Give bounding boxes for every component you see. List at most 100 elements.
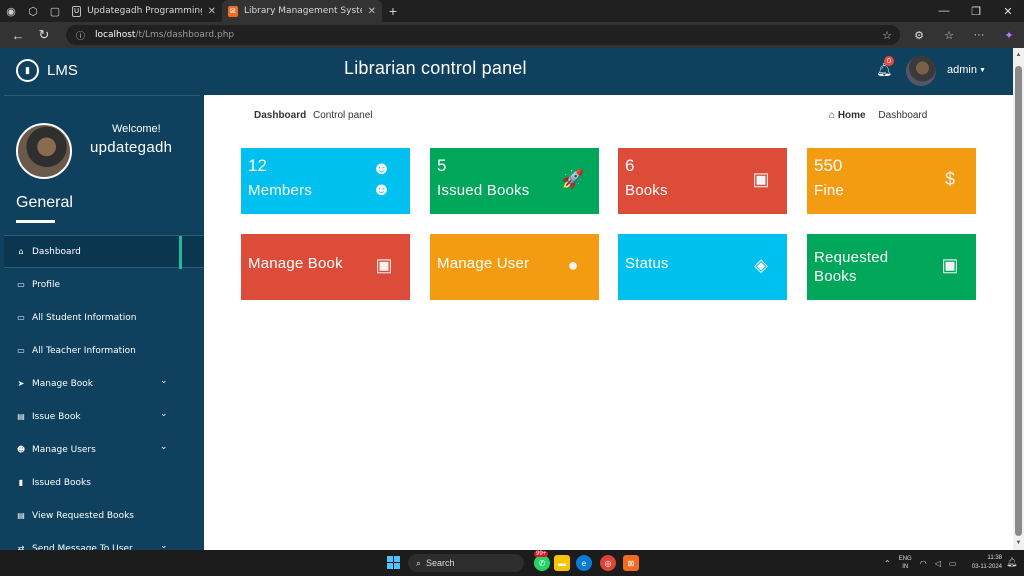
new-tab-button[interactable]: + <box>382 0 404 22</box>
sidebar-item-manage-users[interactable]: ☻ Manage Users ⌄ <box>4 433 204 466</box>
browser-tab-lms[interactable]: ⊠ Library Management System ✕ <box>222 0 382 22</box>
extensions-icon[interactable]: ⚙ <box>904 22 934 48</box>
sidebar-item-issued-books[interactable]: ▮ Issued Books <box>4 466 204 499</box>
sidebar-item-manage-book[interactable]: ➤ Manage Book ⌄ <box>4 367 204 400</box>
book-icon: ▣ <box>375 254 393 275</box>
brand[interactable]: ▮ LMS <box>16 59 78 82</box>
notifications-bell-icon[interactable]: 🔔︎ 0 <box>876 56 894 78</box>
scroll-up-icon[interactable]: ▲ <box>1014 52 1023 58</box>
notification-icon[interactable]: 🔔︎ <box>1006 557 1017 568</box>
breadcrumb-home-link[interactable]: ⌂ Home <box>829 110 866 121</box>
sidebar-item-all-teacher-information[interactable]: ▭ All Teacher Information <box>4 334 204 367</box>
user-avatar[interactable] <box>906 56 936 86</box>
wifi-icon[interactable]: ◠ <box>920 559 927 568</box>
restore-icon[interactable]: ❐ <box>960 0 992 22</box>
stat-card-books[interactable]: 6 Books ▣ <box>618 148 787 214</box>
action-label: Manage Book <box>248 255 343 272</box>
screen: ◉ ⬡ ▢ U Updategadh Programming - Upd ✕ ⊠… <box>0 0 1024 576</box>
list-icon: ▤ <box>17 511 25 520</box>
file-explorer-icon[interactable]: ▬ <box>554 555 570 571</box>
window-controls: — ❐ ✕ <box>928 0 1024 22</box>
whatsapp-icon[interactable]: ✆ <box>534 555 550 571</box>
sidebar-item-dashboard[interactable]: ⌂ Dashboard <box>4 235 204 269</box>
stat-card-fine[interactable]: 550 Fine $ <box>807 148 976 214</box>
book-icon: ▣ <box>752 168 770 189</box>
xampp-icon[interactable]: ⊠ <box>623 555 639 571</box>
action-card-manage-user[interactable]: Manage User ● <box>430 234 599 300</box>
profile-avatar-icon[interactable]: ◉ <box>0 0 22 22</box>
stat-label: Fine <box>814 182 844 199</box>
windows-taskbar: ⌕ Search ✆ 99+ ▬ e ◎ ⊠ ⌃ ENG IN ◠ ◁ ▭ 11:… <box>0 550 1024 576</box>
reload-icon[interactable]: ↻ <box>31 22 57 48</box>
page-scrollbar[interactable]: ▲ ▼ <box>1013 48 1024 550</box>
sidebar-item-label: View Requested Books <box>32 510 134 521</box>
chevron-up-icon[interactable]: ⌃ <box>884 559 891 568</box>
lang-code: ENG <box>898 556 912 562</box>
close-tab-icon[interactable]: ✕ <box>368 6 376 17</box>
content-subtitle: Control panel <box>313 110 373 121</box>
back-arrow-icon[interactable]: ← <box>5 22 31 48</box>
favorites-icon[interactable]: ☆ <box>934 22 964 48</box>
layers-icon: ◈ <box>754 254 768 275</box>
sidebar-divider <box>4 95 200 96</box>
action-card-manage-book[interactable]: Manage Book ▣ <box>241 234 410 300</box>
sidebar-item-view-requested-books[interactable]: ▤ View Requested Books <box>4 499 204 532</box>
list-icon: ▤ <box>17 412 25 421</box>
url-path: /t/Lms/dashboard.php <box>135 30 235 40</box>
action-card-requested-books[interactable]: Requested Books ▣ <box>807 234 976 300</box>
rocket-icon: 🚀 <box>561 168 585 189</box>
stat-value: 5 <box>437 156 447 175</box>
monitor-icon: ▭ <box>17 313 25 322</box>
scrollbar-thumb[interactable] <box>1015 66 1022 536</box>
home-icon: ⌂ <box>829 110 838 121</box>
user-menu-toggle[interactable]: admin ▼ <box>947 64 986 76</box>
sidebar-item-send-message-to-user[interactable]: ⇄ Send Message To User ⌄ <box>4 532 204 550</box>
clock-date: 03-11-2024 <box>971 564 1002 570</box>
url-field[interactable]: ⓘ localhost/t/Lms/dashboard.php ☆ <box>66 25 900 45</box>
stat-card-issued-books[interactable]: 5 Issued Books 🚀 <box>430 148 599 214</box>
lang-region: IN <box>902 564 909 570</box>
scroll-down-icon[interactable]: ▼ <box>1014 540 1023 546</box>
stat-card-members[interactable]: 12 Members ☻☻ <box>241 148 410 214</box>
language-indicator[interactable]: ENG IN <box>899 555 912 571</box>
notification-badge: 0 <box>884 56 894 66</box>
close-tab-icon[interactable]: ✕ <box>208 6 216 17</box>
volume-icon[interactable]: ◁ <box>935 559 941 568</box>
site-info-icon[interactable]: ⓘ <box>76 29 85 42</box>
action-label: Manage User <box>437 255 530 272</box>
browser-toolbar: ⚙ ☆ ··· ✦ <box>904 22 1024 48</box>
windows-start-icon[interactable] <box>387 556 400 569</box>
system-clock[interactable]: 11:38 03-11-2024 <box>964 554 1002 572</box>
battery-icon[interactable]: ▭ <box>949 559 957 568</box>
stat-label: Members <box>248 182 312 199</box>
sidebar-item-label: Issued Books <box>32 477 91 488</box>
bookmark-star-icon[interactable]: ☆ <box>882 29 892 42</box>
more-menu-icon[interactable]: ··· <box>964 22 994 48</box>
chrome-icon[interactable]: ◎ <box>600 555 616 571</box>
minimize-icon[interactable]: — <box>928 0 960 22</box>
tab-actions-icon[interactable]: ▢ <box>44 0 66 22</box>
book-logo-icon: ▮ <box>16 59 39 82</box>
browser-tab-updategadh[interactable]: U Updategadh Programming - Upd ✕ <box>66 0 222 22</box>
id-card-icon: ▭ <box>17 280 25 289</box>
sidebar-section-title: General <box>16 194 73 211</box>
home-icon: ⌂ <box>18 247 24 256</box>
taskbar-search[interactable]: ⌕ Search <box>408 554 524 572</box>
sidebar-item-issue-book[interactable]: ▤ Issue Book ⌄ <box>4 400 204 433</box>
breadcrumb: ⌂ Home Dashboard <box>829 110 927 121</box>
sidebar-avatar <box>16 123 72 179</box>
action-card-status[interactable]: Status ◈ <box>618 234 787 300</box>
sidebar-item-profile[interactable]: ▭ Profile <box>4 268 204 301</box>
section-underline <box>16 220 55 223</box>
extensions-cube-icon[interactable]: ⬡ <box>22 0 44 22</box>
edge-icon[interactable]: e <box>576 555 592 571</box>
close-window-icon[interactable]: ✕ <box>992 0 1024 22</box>
bookmark-icon: ▮ <box>18 478 24 487</box>
stat-value: 6 <box>625 156 635 175</box>
sidebar-menu: ⌂ Dashboard ▭ Profile ▭ All Student Informati… <box>4 235 204 550</box>
updategadh-favicon: U <box>72 5 82 17</box>
search-icon: ⌕ <box>416 557 422 568</box>
copilot-icon[interactable]: ✦ <box>994 22 1024 48</box>
sidebar-item-all-student-information[interactable]: ▭ All Student Information <box>4 301 204 334</box>
sidebar-item-label: Manage Book <box>32 378 94 389</box>
